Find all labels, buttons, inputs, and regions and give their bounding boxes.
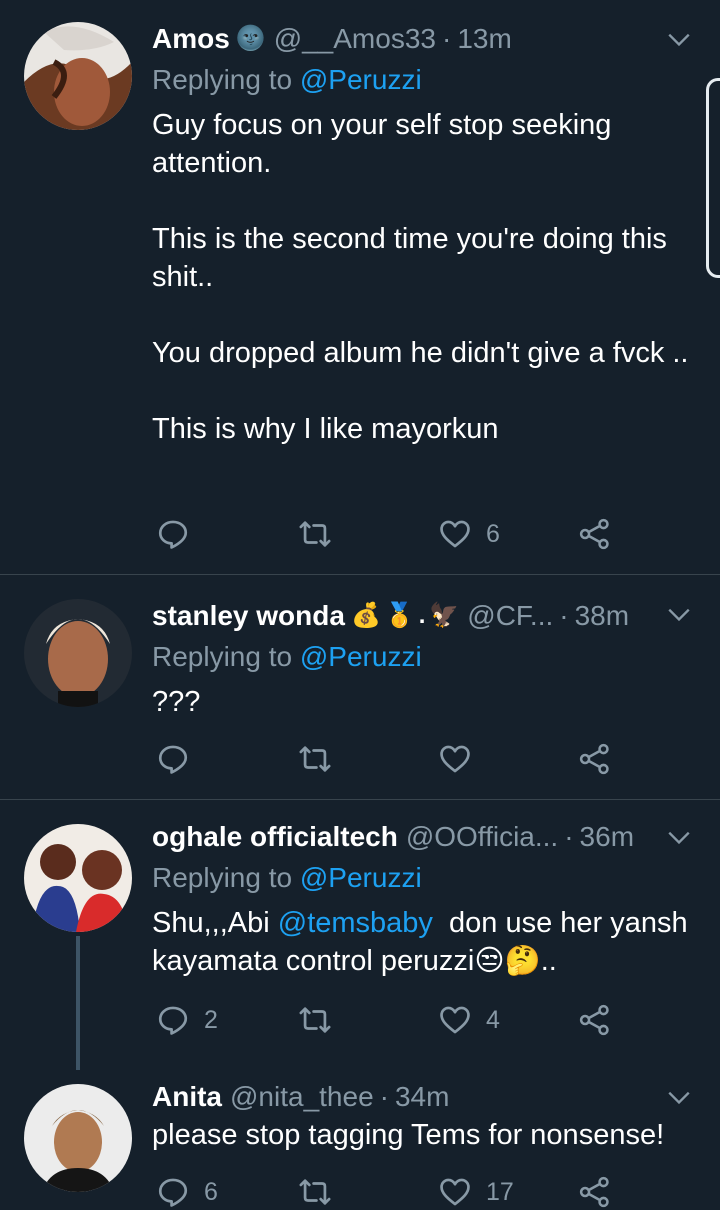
retweet-button[interactable] bbox=[298, 514, 346, 554]
display-name[interactable]: Anita bbox=[152, 1080, 222, 1114]
timestamp[interactable]: 36m bbox=[580, 820, 634, 854]
chevron-down-icon[interactable] bbox=[666, 1084, 692, 1110]
tweet-paragraph: This is why I like mayorkun bbox=[152, 413, 499, 445]
chevron-down-icon[interactable] bbox=[666, 601, 692, 627]
retweet-icon bbox=[299, 521, 331, 547]
share-button[interactable] bbox=[578, 514, 612, 554]
heart-icon bbox=[440, 745, 470, 773]
reply-count: 2 bbox=[204, 1005, 218, 1034]
tweet-actions: 2 4 bbox=[152, 1000, 632, 1040]
user-handle[interactable]: @OOfficia... bbox=[406, 820, 558, 854]
tweet-text: Shu,,,Abi @temsbaby don use her yansh ka… bbox=[152, 907, 696, 977]
timestamp[interactable]: 13m bbox=[457, 22, 511, 56]
avatar[interactable] bbox=[24, 1084, 132, 1192]
avatar[interactable] bbox=[24, 824, 132, 932]
separator-dot: · bbox=[564, 821, 574, 852]
share-button[interactable] bbox=[578, 739, 612, 779]
retweet-icon bbox=[299, 1007, 331, 1033]
share-button[interactable] bbox=[578, 1000, 612, 1040]
like-count: 6 bbox=[486, 519, 500, 548]
thread-line bbox=[76, 936, 80, 1070]
reply-count: 6 bbox=[204, 1177, 218, 1206]
like-button[interactable] bbox=[438, 739, 486, 779]
reply-icon bbox=[158, 1178, 188, 1207]
tweet-actions: 6 bbox=[152, 514, 632, 554]
display-name[interactable]: oghale officialtech bbox=[152, 820, 398, 854]
reply-button[interactable]: 6 bbox=[156, 1172, 218, 1210]
heart-icon bbox=[440, 1178, 470, 1206]
like-count: 4 bbox=[486, 1005, 500, 1034]
like-button[interactable]: 4 bbox=[438, 1000, 500, 1040]
chevron-down-icon[interactable] bbox=[666, 26, 692, 52]
reply-button[interactable] bbox=[156, 739, 204, 779]
replying-to: Replying to @Peruzzi bbox=[152, 641, 422, 672]
avatar[interactable] bbox=[24, 22, 132, 130]
chevron-down-icon[interactable] bbox=[666, 824, 692, 850]
tweet-actions bbox=[152, 739, 632, 779]
mention-link[interactable]: @temsbaby bbox=[278, 907, 433, 939]
reply-button[interactable]: 2 bbox=[156, 1000, 218, 1040]
avatar[interactable] bbox=[24, 599, 132, 707]
display-name[interactable]: stanley wonda bbox=[152, 599, 345, 633]
user-handle[interactable]: @__Amos33 bbox=[274, 22, 436, 56]
share-icon bbox=[579, 743, 609, 775]
tweet-text: ??? bbox=[152, 686, 201, 718]
reply-mention-link[interactable]: @Peruzzi bbox=[300, 64, 422, 95]
retweet-icon bbox=[299, 746, 331, 772]
tweet-paragraph: This is the second time you're doing thi… bbox=[152, 223, 667, 293]
share-button[interactable] bbox=[578, 1172, 612, 1210]
tweet-anita[interactable]: Anita @nita_thee · 34m please stop taggi… bbox=[0, 1070, 720, 1210]
share-icon bbox=[579, 1176, 609, 1208]
retweet-icon bbox=[299, 1179, 331, 1205]
scrollbar-thumb[interactable] bbox=[706, 78, 720, 278]
timestamp[interactable]: 38m bbox=[575, 599, 629, 633]
tweet-text: please stop tagging Tems for nonsense! bbox=[152, 1119, 665, 1151]
tweet-text: Guy focus on your self stop seeking atte… bbox=[152, 106, 697, 448]
share-icon bbox=[579, 1004, 609, 1036]
reply-icon bbox=[158, 745, 188, 774]
retweet-button[interactable] bbox=[298, 739, 346, 779]
name-emoji: 💰 🥇. 🦅 bbox=[350, 602, 460, 629]
tweet-amos[interactable]: Amos 🌚 @__Amos33 · 13m Replying to @Peru… bbox=[0, 0, 720, 574]
retweet-button[interactable] bbox=[298, 1172, 346, 1210]
tweet-stanley[interactable]: stanley wonda 💰 🥇. 🦅 @CF... · 38m Replying… bbox=[0, 575, 720, 799]
like-count: 17 bbox=[486, 1177, 514, 1206]
reply-icon bbox=[158, 1006, 188, 1035]
timestamp[interactable]: 34m bbox=[395, 1080, 449, 1114]
replying-to: Replying to @Peruzzi bbox=[152, 862, 422, 893]
heart-icon bbox=[440, 1006, 470, 1034]
reply-button[interactable] bbox=[156, 514, 204, 554]
tweet-oghale[interactable]: oghale officialtech @OOfficia... · 36m R… bbox=[0, 800, 720, 1070]
retweet-button[interactable] bbox=[298, 1000, 346, 1040]
user-handle[interactable]: @CF... bbox=[467, 599, 553, 633]
like-button[interactable]: 17 bbox=[438, 1172, 514, 1210]
share-icon bbox=[579, 518, 609, 550]
replying-to: Replying to @Peruzzi bbox=[152, 64, 422, 95]
separator-dot: · bbox=[441, 23, 452, 54]
separator-dot: · bbox=[379, 1081, 389, 1112]
separator-dot: · bbox=[559, 600, 569, 631]
user-handle[interactable]: @nita_thee bbox=[230, 1080, 374, 1114]
heart-icon bbox=[440, 520, 470, 548]
reply-mention-link[interactable]: @Peruzzi bbox=[300, 862, 422, 893]
tweet-paragraph: You dropped album he didn't give a fvck … bbox=[152, 337, 689, 369]
reply-icon bbox=[158, 520, 188, 549]
tweet-actions: 6 17 bbox=[152, 1172, 632, 1210]
display-name[interactable]: Amos bbox=[152, 22, 230, 56]
name-emoji: 🌚 bbox=[235, 25, 266, 52]
like-button[interactable]: 6 bbox=[438, 514, 500, 554]
tweet-paragraph: Guy focus on your self stop seeking atte… bbox=[152, 109, 612, 179]
reply-mention-link[interactable]: @Peruzzi bbox=[300, 641, 422, 672]
